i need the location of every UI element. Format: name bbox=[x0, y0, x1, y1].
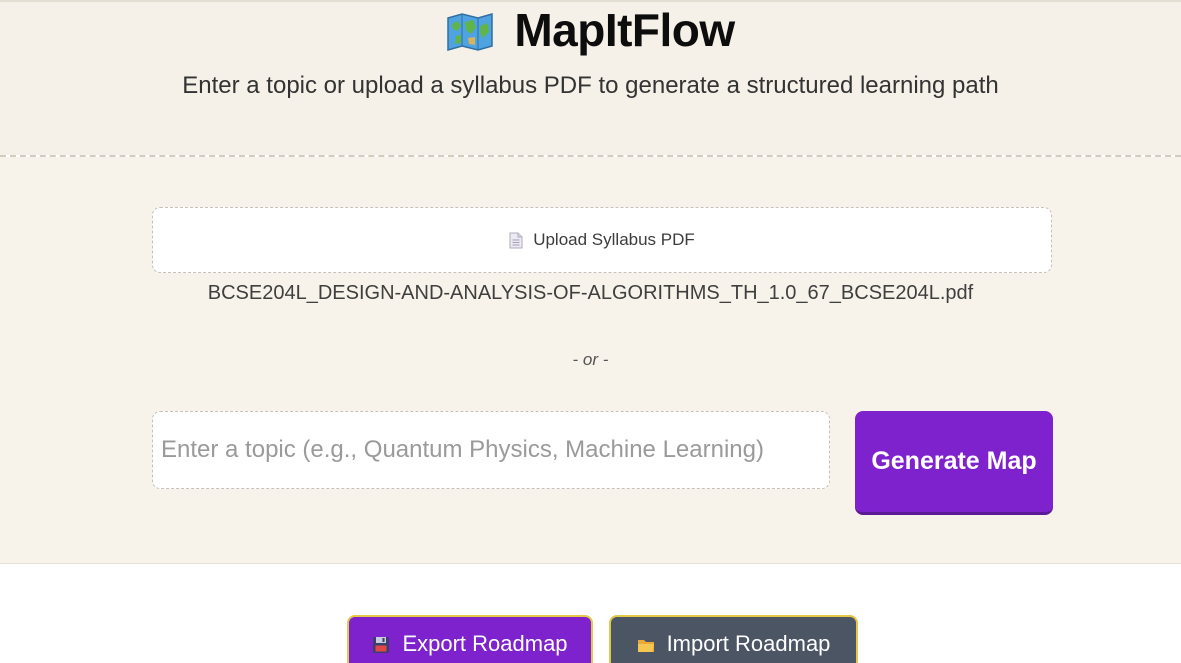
export-roadmap-button[interactable]: Export Roadmap bbox=[347, 615, 593, 663]
topic-input[interactable] bbox=[152, 411, 830, 489]
input-panel: Upload Syllabus PDF BCSE204L_DESIGN-AND-… bbox=[0, 157, 1181, 564]
upload-syllabus-button[interactable]: Upload Syllabus PDF bbox=[152, 207, 1052, 273]
page-subtitle: Enter a topic or upload a syllabus PDF t… bbox=[182, 72, 999, 99]
header: MapItFlow Enter a topic or upload a syll… bbox=[0, 0, 1181, 155]
page: MapItFlow Enter a topic or upload a syll… bbox=[0, 0, 1181, 663]
world-map-icon bbox=[446, 12, 494, 52]
folder-icon bbox=[637, 634, 655, 652]
title-row: MapItFlow bbox=[0, 4, 1181, 56]
generate-map-button[interactable]: Generate Map bbox=[855, 411, 1053, 515]
uploaded-file-name: BCSE204L_DESIGN-AND-ANALYSIS-OF-ALGORITH… bbox=[207, 282, 974, 304]
floppy-disk-icon bbox=[372, 634, 390, 653]
import-roadmap-label: Import Roadmap bbox=[666, 631, 831, 656]
document-icon bbox=[509, 232, 523, 249]
app-title: MapItFlow bbox=[514, 4, 735, 56]
upload-label: Upload Syllabus PDF bbox=[533, 230, 695, 249]
export-roadmap-label: Export Roadmap bbox=[402, 631, 568, 656]
import-roadmap-button[interactable]: Import Roadmap bbox=[609, 615, 858, 663]
or-separator: - or - bbox=[572, 350, 609, 369]
